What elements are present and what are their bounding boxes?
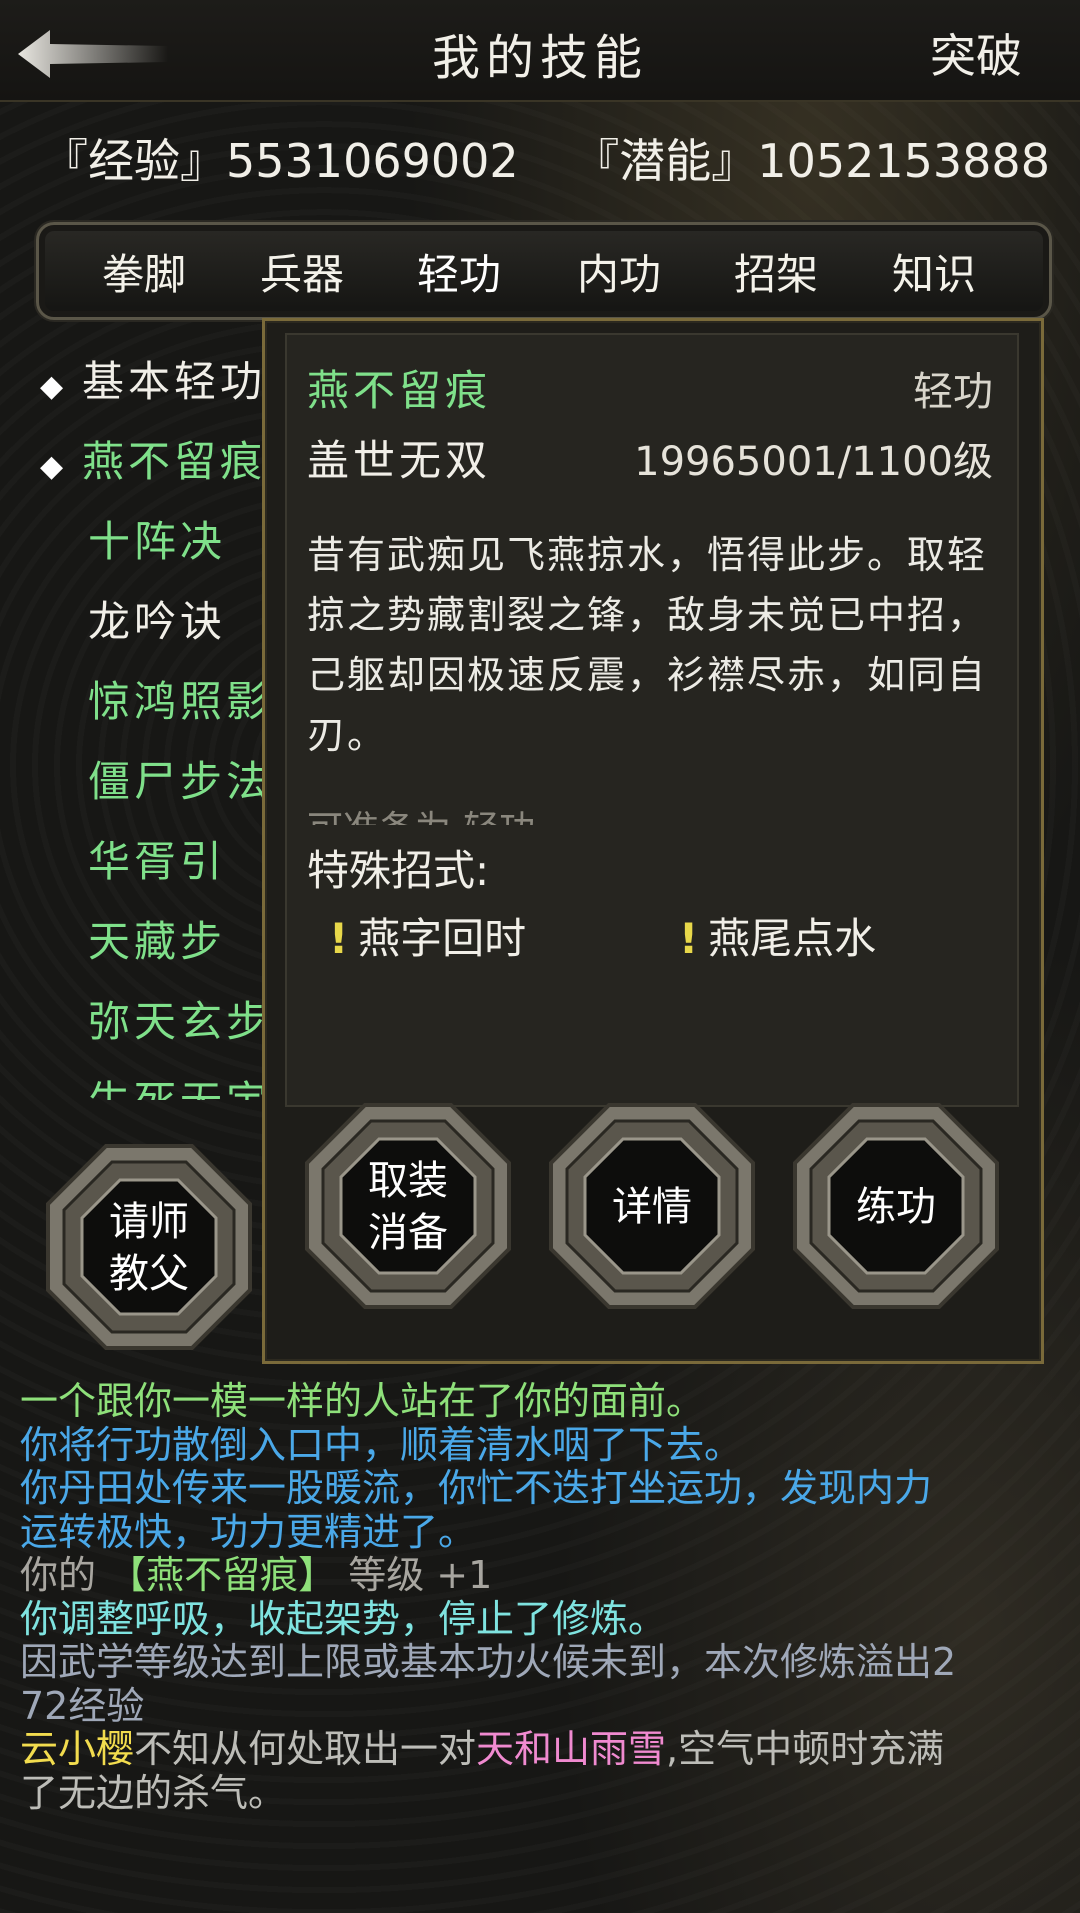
tab-fist[interactable]: 拳脚 <box>69 241 219 302</box>
skill-item[interactable]: 生死无定 <box>88 1068 270 1100</box>
breakthrough-button[interactable]: 突破 <box>930 20 1022 86</box>
log-line: 你调整呼吸，收起架势，停止了修炼。 <box>20 1596 1060 1642</box>
log-segment: 云小樱 <box>20 1727 135 1771</box>
skill-item[interactable]: 僵尸步法 <box>88 748 270 809</box>
log-segment: 72经验 <box>20 1683 145 1728</box>
log-segment: 运转极快，功力更精进了。 <box>20 1509 477 1554</box>
skill-level: 19965001/1100级 <box>634 439 993 485</box>
skill-item[interactable]: 十阵决 <box>88 508 226 569</box>
tab-internal[interactable]: 内功 <box>544 241 694 302</box>
skill-item[interactable]: 华胥引 <box>88 828 226 889</box>
log-segment: 你的 <box>20 1553 109 1597</box>
log-line: 你丹田处传来一股暖流，你忙不迭打坐运功，发现内力 <box>20 1466 1060 1511</box>
log-line: 了无边的杀气。 <box>20 1770 1060 1816</box>
log-segment: 你将行功散倒入口中，顺着清水咽了下去。 <box>20 1422 743 1467</box>
log-line: 因武学等级达到上限或基本功火候未到，本次修炼溢出2 <box>20 1640 1060 1685</box>
special-moves-label: 特殊招式: <box>307 846 490 895</box>
log-segment: 等级 +1 <box>336 1553 493 1597</box>
equip-note: 可准备为:轻功 <box>307 801 807 825</box>
skill-description: 昔有武痴见飞燕掠水，悟得此步。取轻掠之势藏割裂之锋，敌身未觉已中招，己躯却因极速… <box>307 533 988 757</box>
stats-bar: 『经验』5531069002 『潜能』1052153888 <box>42 125 1080 191</box>
page-title: 我的技能 <box>431 30 648 86</box>
experience-value: 『经验』5531069002 <box>42 134 519 188</box>
tab-parry[interactable]: 招架 <box>701 241 851 302</box>
special-move-item[interactable]: ! 燕字回时 <box>329 905 526 966</box>
skill-name: 燕不留痕 <box>307 366 492 415</box>
skill-detail-card: 燕不留痕 轻功 盖世无双 19965001/1100级 昔有武痴见飞燕掠水，悟得… <box>285 333 1019 1107</box>
log-line: 一个跟你一模一样的人站在了你的面前。 <box>20 1379 1060 1424</box>
unequip-button[interactable]: 取装 消备 <box>303 1101 513 1311</box>
skill-item[interactable]: ◆ 基本轻功 <box>40 348 266 409</box>
practice-button[interactable]: 练功 <box>791 1101 1001 1311</box>
skill-list: ◆ 基本轻功 ◆ 燕不留痕 十阵决 龙吟诀 惊鸿照影 僵尸步法 华胥引 天藏步 弥天… <box>40 340 270 1100</box>
log-segment: 你丹田处传来一股暖流，你忙不迭打坐运功，发现内力 <box>20 1466 933 1510</box>
log-segment: 【燕不留痕】 <box>108 1553 337 1597</box>
top-bar: 我的技能 突破 <box>0 0 1080 102</box>
log-line: 72经验 <box>20 1683 1060 1729</box>
log-line: 你将行功散倒入口中，顺着清水咽了下去。 <box>20 1422 1060 1468</box>
skill-rank: 盖世无双 <box>307 436 492 485</box>
equipped-diamond-icon: ◆ <box>40 369 68 404</box>
skill-item[interactable]: 龙吟诀 <box>88 588 226 649</box>
log-segment: 天和山雨雪 <box>476 1727 667 1771</box>
log-line: 你的 【燕不留痕】 等级 +1 <box>20 1553 1060 1598</box>
exclamation-icon: ! <box>679 914 699 963</box>
skill-item[interactable]: 天藏步 <box>88 908 226 969</box>
skill-category-tabs: 拳脚 兵器 轻功 内功 招架 知识 <box>36 222 1052 320</box>
message-log: 一个跟你一模一样的人站在了你的面前。 你将行功散倒入口中，顺着清水咽了下去。 你丹田… <box>0 1379 1080 1913</box>
skill-type: 轻功 <box>913 369 993 415</box>
skill-item[interactable]: 惊鸿照影 <box>88 668 270 729</box>
log-segment: 你调整呼吸，收起架势，停止了修炼。 <box>20 1596 667 1641</box>
skill-detail-panel: 燕不留痕 轻功 盖世无双 19965001/1100级 昔有武痴见飞燕掠水，悟得… <box>262 318 1044 1364</box>
tab-lightness[interactable]: 轻功 <box>374 241 564 306</box>
log-segment: 不知从何处取出一对 <box>134 1727 477 1771</box>
ask-teacher-button[interactable]: 请师 教父 <box>44 1142 254 1352</box>
log-segment: 一个跟你一模一样的人站在了你的面前。 <box>20 1379 705 1423</box>
log-line: 运转极快，功力更精进了。 <box>20 1509 1060 1555</box>
equipped-diamond-icon: ◆ <box>40 449 68 484</box>
details-button[interactable]: 详情 <box>547 1101 757 1311</box>
tab-weapon[interactable]: 兵器 <box>227 241 377 302</box>
exclamation-icon: ! <box>329 914 349 963</box>
skill-item[interactable]: 弥天玄步 <box>88 988 270 1049</box>
special-move-item[interactable]: ! 燕尾点水 <box>679 905 876 966</box>
log-segment: 因武学等级达到上限或基本功火候未到，本次修炼溢出2 <box>20 1640 957 1684</box>
log-segment: 了无边的杀气。 <box>20 1770 287 1815</box>
log-segment: ,空气中顿时充满 <box>666 1727 945 1771</box>
log-line: 云小樱不知从何处取出一对天和山雨雪,空气中顿时充满 <box>20 1727 1060 1772</box>
tab-knowledge[interactable]: 知识 <box>859 241 1009 302</box>
potential-value: 『潜能』1052153888 <box>573 134 1050 188</box>
skill-item[interactable]: ◆ 燕不留痕 <box>40 428 266 489</box>
